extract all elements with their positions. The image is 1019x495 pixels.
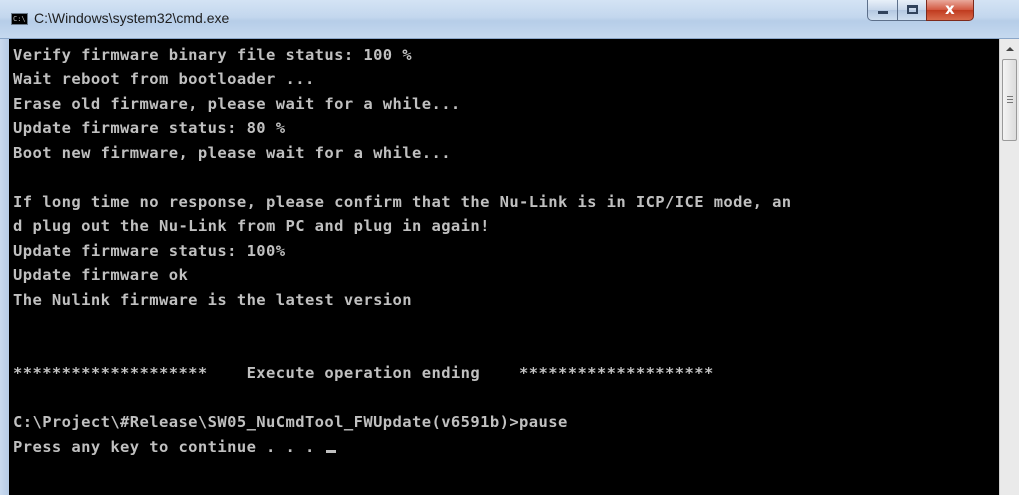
maximize-icon [907,5,918,14]
minimize-button[interactable] [867,0,898,21]
cmd-icon[interactable]: C:\ [11,13,28,25]
cmd-window: C:\ C:\Windows\system32\cmd.exe x Verify… [0,0,1019,495]
console-line: d plug out the Nu-Link from PC and plug … [13,217,490,235]
close-icon: x [945,0,955,18]
minimize-icon [878,11,888,14]
console-line: Wait reboot from bootloader ... [13,70,315,88]
window-title: C:\Windows\system32\cmd.exe [34,10,230,26]
console-line: If long time no response, please confirm… [13,193,792,211]
title-bar[interactable]: C:\ C:\Windows\system32\cmd.exe x [0,0,1019,39]
window-controls: x [867,0,1013,22]
close-button[interactable]: x [926,0,974,21]
grip-icon [1007,96,1013,103]
console-output[interactable]: Verify firmware binary file status: 100 … [9,39,999,495]
text-cursor [326,450,337,453]
console-line: The Nulink firmware is the latest versio… [13,291,413,309]
vertical-scrollbar[interactable] [999,39,1019,495]
maximize-button[interactable] [897,0,927,21]
window-frame-left [0,39,9,495]
console-prompt-line: Press any key to continue . . . [13,437,337,457]
console-line: Update firmware status: 100% [13,242,286,260]
console-line: ******************** Execute operation e… [13,364,714,382]
scroll-up-arrow-icon[interactable] [1002,42,1017,57]
console-line: Update firmware ok [13,266,189,284]
scroll-thumb[interactable] [1002,59,1017,141]
console-line: C:\Project\#Release\SW05_NuCmdTool_FWUpd… [13,413,568,431]
console-line-text: Press any key to continue . . . [13,438,325,456]
console-line: Erase old firmware, please wait for a wh… [13,95,461,113]
console-line: Boot new firmware, please wait for a whi… [13,144,451,162]
console-line: Update firmware status: 80 % [13,119,286,137]
console-line: Verify firmware binary file status: 100 … [13,46,413,64]
